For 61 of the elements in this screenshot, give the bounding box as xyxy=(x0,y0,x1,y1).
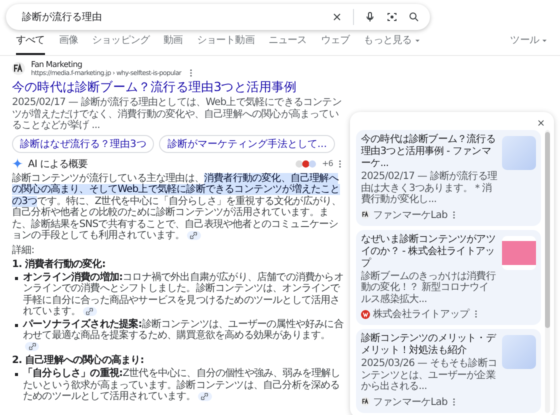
result-snippet: 2025/02/17 — 診断が流行る理由としては、Web上で気軽にできるコンテンツが増えただけでなく、消費行動の変化や、自己理解への関心が高まっていることなどが挙げ ... xyxy=(12,97,342,132)
section-heading: 1. 消費者行動の変化: xyxy=(12,258,106,270)
bullet-icon xyxy=(15,324,18,326)
microphone-icon[interactable] xyxy=(364,11,376,23)
source-card-snippet: 2025/02/17 — 診断が流行る理由は大きく3つあります。＊消費行動が変化し... xyxy=(361,171,497,206)
search-tab[interactable]: ニュース xyxy=(268,33,307,55)
source-link-icon[interactable] xyxy=(198,392,212,401)
search-tab[interactable]: ショート動画 xyxy=(196,33,254,55)
source-card-snippet: 診断ブームのきっかけは消費行動の変化！？ 新型コロナウイルス感染拡大... xyxy=(361,270,497,305)
source-logos-icon[interactable] xyxy=(295,158,319,168)
camera-icon[interactable] xyxy=(386,11,398,23)
details-label: 詳細: xyxy=(12,244,36,256)
source-link-icon[interactable] xyxy=(25,342,39,352)
scrollbar[interactable] xyxy=(545,130,550,412)
bullet-text: パーソナライズされた提案:診断コンテンツは、ユーザーの属性や好みに合わせて最適な商品を提案するため、購買意欲を高める効果があります。 xyxy=(23,318,344,353)
search-field[interactable]: 診断が流行る理由 xyxy=(6,4,430,30)
site-logo-icon xyxy=(361,397,370,406)
source-card[interactable]: 今の時代は診断ブーム？流行る理由3つと活用事例 - ファンマーケ... 2025/02/17 — 診断が流行る理由は大きく3つあります。＊消費行動が変化し... ファンマーケLab xyxy=(356,130,541,226)
source-card[interactable]: 診断コンテンツのメリット・デメリット！対処法も紹介 2025/03/26 — そもそも診断コンテンツとは、ユーザーが企業から出される... ファンマーケLab xyxy=(356,329,541,412)
source-count: +6 xyxy=(322,159,333,168)
source-card-snippet: 2025/03/26 — そもそも診断コンテンツとは、ユーザーが企業から出される... xyxy=(361,358,497,392)
search-tab[interactable]: ウェブ xyxy=(320,33,350,55)
search-tab[interactable]: ショッピング xyxy=(92,33,150,55)
source-name: ファンマーケLab xyxy=(373,208,448,222)
thumbnail-placeholder xyxy=(502,335,536,369)
more-options-icon[interactable] xyxy=(336,160,344,168)
thumbnail-placeholder xyxy=(502,136,536,170)
search-tab[interactable]: 動画 xyxy=(164,33,183,55)
source-link-icon[interactable] xyxy=(82,306,97,316)
sparkle-icon xyxy=(12,158,23,169)
source-card-title[interactable]: なぜいま診断コンテンツがアツイのか？ - 株式会社ライトアップ xyxy=(361,234,497,270)
bullet-text: 「自分らしさ」の重視:Z世代を中心に、自分の個性や強み、弱みを理解したいという欲求が高まっています。診断コンテンツは、自己分析を深めるためのツールとして活用されています。 xyxy=(23,368,342,402)
source-link-icon[interactable] xyxy=(186,230,201,240)
sitelink-chip[interactable]: 診断はなぜ流行る？理由3つ xyxy=(12,134,154,152)
search-icon[interactable] xyxy=(408,11,420,23)
bullet-icon xyxy=(15,276,18,280)
source-card-title[interactable]: 今の時代は診断ブーム？流行る理由3つと活用事例 - ファンマーケ... xyxy=(361,134,497,170)
bullet-icon xyxy=(15,373,18,376)
source-name: ファンマーケLab xyxy=(373,396,448,408)
ai-summary-text: 診断コンテンツが流行している主な理由は、消費者行動の変化、自己理解への関心の高まり、そしてWeb上で気軽に診断できるコンテンツが増えたことの3つです。特に、Z世代を中心に「自分らしさ」を重視する文化が広がり、自己分析や他者との比較のために診断コンテンツが活用されています。また、診断結果をSNSで共有することで、自己表現や他者とのコミュニケーションの手段としても利用されています。 xyxy=(12,172,342,242)
source-name: 株式会社ライトアップ xyxy=(373,308,470,321)
ai-overview-label: AI による概要 xyxy=(28,158,88,170)
scrollbar-thumb[interactable] xyxy=(545,132,550,328)
search-tab[interactable]: もっと見る xyxy=(364,33,421,55)
search-tab[interactable]: すべて xyxy=(16,33,45,55)
site-logo-icon xyxy=(361,210,370,219)
result-title-link[interactable]: 今の時代は診断ブーム？流行る理由3つと活用事例 xyxy=(12,79,344,96)
close-button[interactable] xyxy=(536,118,546,128)
source-card-title[interactable]: 診断コンテンツのメリット・デメリット！対処法も紹介 xyxy=(361,333,497,357)
sitelink-chip[interactable]: 診断がマーケティング手法として... xyxy=(159,134,335,152)
clear-icon[interactable] xyxy=(331,11,343,23)
search-tab[interactable]: 画像 xyxy=(58,33,78,55)
source-card[interactable]: なぜいま診断コンテンツがアツイのか？ - 株式会社ライトアップ 診断ブームのきっかけは消費行動の変化！？ 新型コロナウイルス感染拡大... 株式会社ライトアップ xyxy=(356,230,541,325)
tools-menu[interactable]: ツール xyxy=(510,33,548,55)
search-input[interactable]: 診断が流行る理由 xyxy=(20,10,321,24)
site-logo-icon xyxy=(12,62,25,75)
site-logo-icon xyxy=(361,310,370,318)
site-name: Fan Marketing xyxy=(31,60,84,69)
thumbnail-placeholder xyxy=(502,236,536,270)
bullet-text: オンライン消費の増加:コロナ禍で外出自粛が広がり、店舗での消費からオンラインでの消費へとシフトしました。診断コンテンツは、オンラインで手軽に自分に合った商品やサービスを見つけるためのツールとして活用されています。 xyxy=(23,272,344,318)
section-heading: 2. 自己理解への関心の高まり: xyxy=(12,355,145,367)
